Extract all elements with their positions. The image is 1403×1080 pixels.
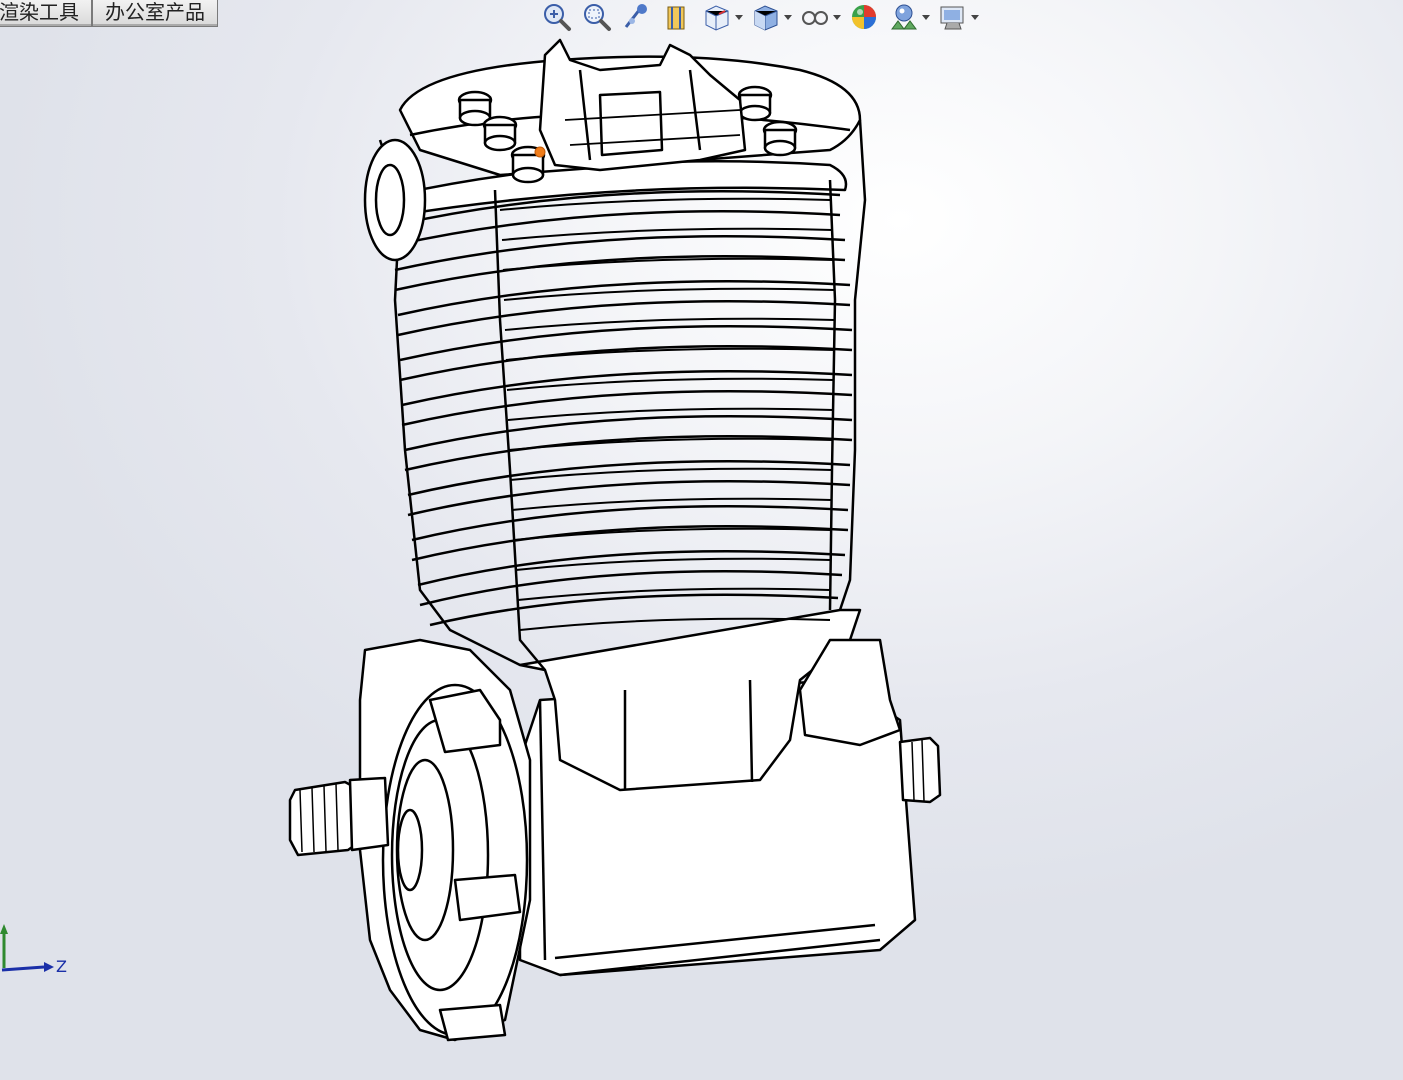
edit-appearance-icon [852, 5, 876, 29]
zoom-to-area-icon [584, 4, 611, 31]
view-orientation-button[interactable] [700, 1, 743, 33]
tab-render-tools[interactable]: 渲染工具 [0, 0, 92, 27]
chevron-down-icon [971, 14, 979, 20]
zoom-to-fit-button[interactable] [540, 1, 574, 33]
coordinate-triad [0, 924, 54, 972]
graphics-area[interactable] [0, 34, 1403, 1080]
triad-z-label: Z [56, 957, 67, 976]
heads-up-view-toolbar [540, 0, 979, 34]
display-style-icon [754, 5, 778, 31]
view-settings-button[interactable] [936, 1, 979, 33]
tab-office-products[interactable]: 办公室产品 [92, 0, 218, 27]
view-settings-icon [940, 6, 964, 30]
view-orientation-icon [705, 5, 729, 31]
apply-scene-button[interactable] [887, 1, 930, 33]
chevron-down-icon [922, 14, 930, 20]
hide-show-items-icon [802, 11, 828, 25]
zoom-to-fit-icon [544, 4, 571, 31]
chevron-down-icon [833, 14, 841, 20]
apply-scene-icon [891, 4, 917, 30]
section-view-icon [667, 6, 685, 30]
command-manager-tabs: 渲染工具 办公室产品 [0, 0, 218, 28]
right-shaft [898, 736, 942, 804]
hide-show-items-button[interactable] [798, 1, 841, 33]
display-style-button[interactable] [749, 1, 792, 33]
zoom-to-area-button[interactable] [580, 1, 614, 33]
chevron-down-icon [784, 14, 792, 20]
chevron-down-icon [735, 14, 743, 20]
edit-appearance-button[interactable] [847, 1, 881, 33]
previous-view-icon [624, 4, 647, 28]
section-view-button[interactable] [660, 1, 694, 33]
previous-view-button[interactable] [620, 1, 654, 33]
engine-model[interactable] [288, 38, 942, 1042]
